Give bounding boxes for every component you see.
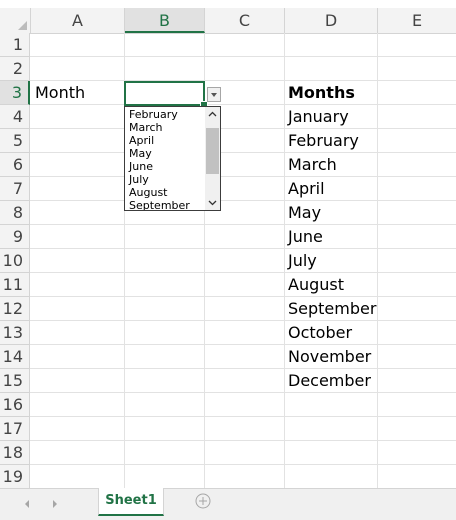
gridline [30, 464, 456, 465]
list-item[interactable]: May [129, 147, 152, 160]
gridline [30, 320, 456, 321]
active-cell-b3[interactable] [124, 81, 205, 106]
row-header-11[interactable]: 11 [0, 273, 30, 297]
cell-d14[interactable]: November [288, 345, 371, 369]
cell-d8[interactable]: May [288, 201, 321, 225]
spreadsheet-grid[interactable]: A B C D E 1 2 3 4 5 6 7 8 9 10 11 12 13 14 15 16 17 18 19 … [0, 0, 456, 489]
cell-d10[interactable]: July [288, 249, 317, 273]
row-header-9[interactable]: 9 [0, 225, 30, 249]
column-header-d[interactable]: D [285, 8, 378, 33]
column-header-a[interactable]: A [31, 8, 125, 33]
scroll-up-icon [208, 111, 217, 117]
sheet-tab-bar: Sheet1 [0, 488, 456, 520]
dropdown-button[interactable] [207, 87, 221, 102]
gridline [30, 248, 456, 249]
row-header-13[interactable]: 13 [0, 321, 30, 345]
cell-d5[interactable]: February [288, 129, 359, 153]
add-sheet-icon[interactable] [195, 493, 211, 509]
list-item[interactable]: February [129, 108, 178, 121]
list-item[interactable]: August [129, 186, 168, 199]
row-header-1[interactable]: 1 [0, 33, 30, 57]
gridline [30, 80, 456, 81]
gridline [30, 440, 456, 441]
gridline [30, 296, 456, 297]
row-header-8[interactable]: 8 [0, 201, 30, 225]
row-header-2[interactable]: 2 [0, 57, 30, 81]
list-item[interactable]: July [129, 173, 149, 186]
row-header-18[interactable]: 18 [0, 441, 30, 465]
list-item[interactable]: April [129, 134, 154, 147]
row-header-5[interactable]: 5 [0, 129, 30, 153]
cell-a3[interactable]: Month [35, 81, 85, 105]
validation-list[interactable]: February March April May June July Augus… [124, 106, 221, 211]
row-header-12[interactable]: 12 [0, 297, 30, 321]
gridline [30, 224, 456, 225]
row-header-6[interactable]: 6 [0, 153, 30, 177]
gridline [30, 368, 456, 369]
tab-prev-icon[interactable] [22, 498, 32, 510]
gridline [30, 128, 456, 129]
gridline [30, 416, 456, 417]
column-header-e[interactable]: E [378, 8, 456, 33]
list-scrollbar[interactable] [205, 107, 220, 210]
cell-d6[interactable]: March [288, 153, 337, 177]
cell-d13[interactable]: October [288, 321, 352, 345]
cell-d3[interactable]: Months [288, 81, 355, 105]
tab-next-icon[interactable] [50, 498, 60, 510]
scroll-down-button[interactable] [205, 195, 220, 210]
gridline [30, 104, 456, 105]
scroll-thumb[interactable] [206, 128, 219, 174]
row-header-17[interactable]: 17 [0, 417, 30, 441]
gridline [30, 56, 456, 57]
list-item[interactable]: September [129, 199, 190, 210]
select-all-corner-icon [18, 21, 27, 30]
gridline [284, 33, 285, 488]
row-header-7[interactable]: 7 [0, 177, 30, 201]
scroll-down-icon [208, 200, 217, 206]
cell-d4[interactable]: January [288, 105, 349, 129]
cell-d15[interactable]: December [288, 369, 371, 393]
gridline [30, 344, 456, 345]
column-header-c[interactable]: C [205, 8, 285, 33]
row-header-15[interactable]: 15 [0, 369, 30, 393]
column-header-row: A B C D E [0, 8, 456, 34]
cell-d12[interactable]: September [288, 297, 376, 321]
row-header-3[interactable]: 3 [0, 81, 30, 105]
gridline [30, 152, 456, 153]
list-item[interactable]: June [129, 160, 153, 173]
cell-d9[interactable]: June [288, 225, 323, 249]
dropdown-arrow-icon [211, 93, 217, 97]
row-header-4[interactable]: 4 [0, 105, 30, 129]
cell-d11[interactable]: August [288, 273, 344, 297]
row-header-10[interactable]: 10 [0, 249, 30, 273]
row-header-19[interactable]: 19 [0, 465, 30, 489]
row-header-14[interactable]: 14 [0, 345, 30, 369]
gridline [30, 200, 456, 201]
gridline [30, 272, 456, 273]
gridline [30, 176, 456, 177]
cell-d7[interactable]: April [288, 177, 325, 201]
list-item[interactable]: March [129, 121, 163, 134]
select-all-corner[interactable] [0, 8, 31, 33]
sheet-tab-sheet1[interactable]: Sheet1 [98, 488, 164, 516]
row-header-16[interactable]: 16 [0, 393, 30, 417]
gridline [30, 392, 456, 393]
column-header-b[interactable]: B [125, 8, 205, 33]
gridline [377, 33, 378, 488]
scroll-up-button[interactable] [205, 107, 220, 122]
